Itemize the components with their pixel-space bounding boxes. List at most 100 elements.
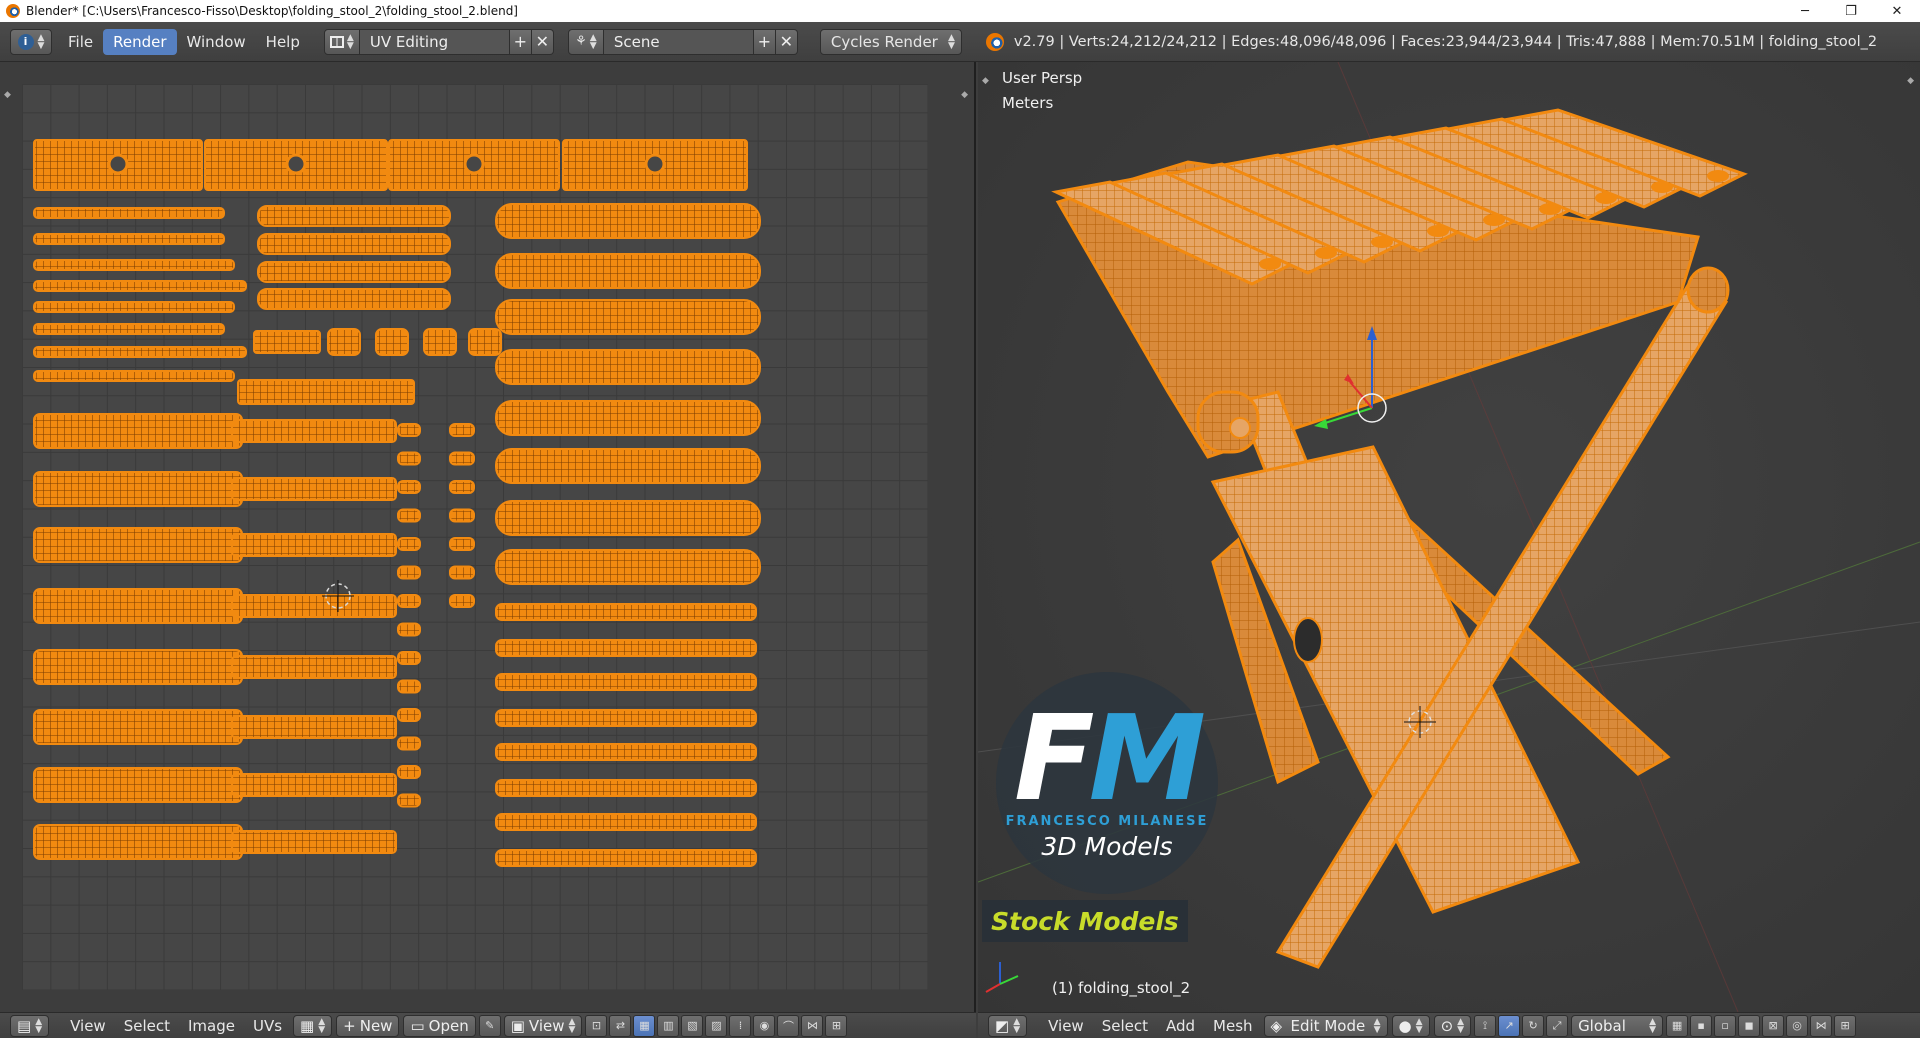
uv-island-leg[interactable] bbox=[231, 830, 397, 854]
uv-island-foot[interactable] bbox=[375, 328, 409, 356]
uv-image-editor[interactable]: ◆ ◆ bbox=[0, 62, 976, 1012]
island-select-icon[interactable]: ▨ bbox=[705, 1014, 728, 1037]
render-engine-dropdown[interactable]: Cycles Render ▲ ▼ bbox=[819, 28, 962, 55]
proportional-editing-icon[interactable]: ◎ bbox=[1786, 1014, 1809, 1037]
pivot-cylinder[interactable] bbox=[1196, 390, 1260, 454]
uv-island-leg[interactable] bbox=[33, 649, 243, 685]
uv-island-hook[interactable] bbox=[397, 594, 421, 608]
uv-island-curved[interactable] bbox=[257, 233, 451, 255]
uv-island-leg[interactable] bbox=[33, 413, 243, 449]
minimize-button[interactable]: ─ bbox=[1782, 0, 1828, 22]
layer-icon[interactable]: ▦ bbox=[1666, 1014, 1689, 1037]
uv-island-thin[interactable] bbox=[495, 849, 757, 867]
uv-island-strip[interactable] bbox=[33, 323, 225, 335]
pivot-point-dropdown[interactable]: ⊙ ▲ ▼ bbox=[1433, 1014, 1472, 1037]
uv-island-leg[interactable] bbox=[231, 419, 397, 443]
uv-island-hook[interactable] bbox=[397, 480, 421, 494]
uv-island-hook[interactable] bbox=[449, 451, 475, 466]
uv-island-hook[interactable] bbox=[397, 622, 421, 637]
sticky-mode-icon[interactable]: ⁞ bbox=[729, 1014, 752, 1037]
view-mode-dropdown[interactable]: ▣ View ▲ ▼ bbox=[503, 1014, 583, 1037]
uv-island-leg[interactable] bbox=[33, 527, 243, 563]
screen-layout-dropdown[interactable]: ▲ ▼ bbox=[323, 28, 360, 55]
uv-island-hook[interactable] bbox=[397, 537, 421, 551]
pin-icon[interactable]: ✎ bbox=[478, 1014, 501, 1037]
face-select-icon[interactable]: ▧ bbox=[681, 1014, 704, 1037]
snap-target-icon[interactable]: ⊞ bbox=[1834, 1014, 1857, 1037]
uv-island-hook[interactable] bbox=[449, 480, 475, 494]
scene-dropdown[interactable]: ⚘ ▲ ▼ bbox=[567, 28, 604, 55]
uv-island-rounded[interactable] bbox=[495, 500, 761, 536]
uv-island-foot[interactable] bbox=[423, 328, 457, 356]
uv-island-curved[interactable] bbox=[257, 261, 451, 283]
viewport-shading-dropdown[interactable]: ● ▲ ▼ bbox=[1391, 1014, 1430, 1037]
editor-type-selector[interactable]: i ▲ ▼ bbox=[10, 28, 52, 55]
uv-island-leg[interactable] bbox=[231, 533, 397, 557]
uv-island-strip[interactable] bbox=[33, 207, 225, 219]
edge-select-mode-icon[interactable]: ▫ bbox=[1714, 1014, 1737, 1037]
uv-island-hook[interactable] bbox=[449, 423, 475, 437]
manipulator-toggle-icon[interactable]: ⟟ bbox=[1474, 1014, 1497, 1037]
uv-island-leg[interactable] bbox=[231, 477, 397, 501]
uv-island-strip[interactable] bbox=[33, 259, 235, 271]
uv-island-hook[interactable] bbox=[397, 423, 421, 437]
vp-menu-add[interactable]: Add bbox=[1157, 1017, 1204, 1035]
pivot-point-icon[interactable]: ⊡ bbox=[585, 1014, 608, 1037]
uv-grid-canvas[interactable] bbox=[22, 84, 928, 990]
remove-layout-button[interactable]: ✕ bbox=[531, 28, 554, 55]
uv-island-curved[interactable] bbox=[257, 288, 451, 310]
uv-island-strip[interactable] bbox=[33, 233, 225, 245]
region-toggle-left-icon[interactable]: ◆ bbox=[4, 90, 11, 100]
uv-island-rounded[interactable] bbox=[495, 203, 761, 239]
add-scene-button[interactable]: + bbox=[753, 28, 776, 55]
scale-manipulator-icon[interactable]: ⤢ bbox=[1546, 1014, 1569, 1037]
menu-file[interactable]: File bbox=[58, 29, 103, 55]
uv-island-foot[interactable] bbox=[468, 328, 502, 356]
uv-island-leg[interactable] bbox=[231, 594, 397, 618]
uv-island-leg[interactable] bbox=[33, 709, 243, 745]
uv-island-block[interactable] bbox=[253, 330, 321, 354]
uv-island-thin[interactable] bbox=[495, 639, 757, 657]
snap-toggle-icon[interactable]: ⋈ bbox=[1810, 1014, 1833, 1037]
uv-menu-uvs[interactable]: UVs bbox=[244, 1017, 291, 1035]
region-toggle-right-icon[interactable]: ◆ bbox=[961, 90, 968, 100]
vp-menu-view[interactable]: View bbox=[1039, 1017, 1093, 1035]
uv-island-hook[interactable] bbox=[397, 651, 421, 665]
uv-island-thin[interactable] bbox=[495, 603, 757, 621]
uv-island-rounded[interactable] bbox=[495, 448, 761, 484]
uv-islands[interactable] bbox=[22, 84, 928, 990]
uv-island-hook[interactable] bbox=[397, 679, 421, 694]
uv-island-thin[interactable] bbox=[495, 779, 757, 797]
uv-island-hook[interactable] bbox=[397, 765, 421, 779]
viewport-editor-type-selector[interactable]: ◩ ▲ ▼ bbox=[988, 1014, 1028, 1037]
uv-island-thin[interactable] bbox=[495, 813, 757, 831]
3d-viewport[interactable]: ◆ ◆ User Persp Meters FM FRANCESCO MILAN… bbox=[978, 62, 1920, 1012]
uv-island-hook[interactable] bbox=[449, 565, 475, 580]
uv-island-hook[interactable] bbox=[397, 793, 421, 808]
interaction-mode-dropdown[interactable]: ◈ Edit Mode ▲ ▼ bbox=[1263, 1014, 1388, 1037]
uv-island-curved[interactable] bbox=[257, 205, 451, 227]
screen-layout-name-field[interactable]: UV Editing bbox=[359, 28, 510, 55]
proportional-edit-icon[interactable]: ◉ bbox=[753, 1014, 776, 1037]
vertex-select-icon[interactable]: ▦ bbox=[633, 1014, 656, 1037]
snap-element-icon[interactable]: ⊞ bbox=[825, 1014, 848, 1037]
uv-island-leg[interactable] bbox=[33, 471, 243, 507]
uv-editor-type-selector[interactable]: ▤ ▲ ▼ bbox=[10, 1014, 50, 1037]
uv-island-leg[interactable] bbox=[33, 767, 243, 803]
scene-name-field[interactable]: Scene bbox=[603, 28, 754, 55]
uv-island-rounded[interactable] bbox=[495, 549, 761, 585]
uv-island-hook[interactable] bbox=[397, 736, 421, 751]
uv-island-rounded[interactable] bbox=[495, 299, 761, 335]
uv-island-strip[interactable] bbox=[33, 346, 247, 358]
remove-scene-button[interactable]: ✕ bbox=[775, 28, 798, 55]
uv-island-hook[interactable] bbox=[397, 508, 421, 523]
falloff-icon[interactable]: ⌒ bbox=[777, 1014, 800, 1037]
sync-selection-icon[interactable]: ⇄ bbox=[609, 1014, 632, 1037]
open-image-button[interactable]: ▭ Open bbox=[403, 1014, 476, 1037]
uv-island-leg[interactable] bbox=[231, 655, 397, 679]
uv-island-foot[interactable] bbox=[327, 328, 361, 356]
face-select-mode-icon[interactable]: ◼ bbox=[1738, 1014, 1761, 1037]
translate-manipulator-icon[interactable]: ↗ bbox=[1498, 1014, 1521, 1037]
uv-island-hook[interactable] bbox=[449, 594, 475, 608]
vertex-select-mode-icon[interactable]: ▪ bbox=[1690, 1014, 1713, 1037]
